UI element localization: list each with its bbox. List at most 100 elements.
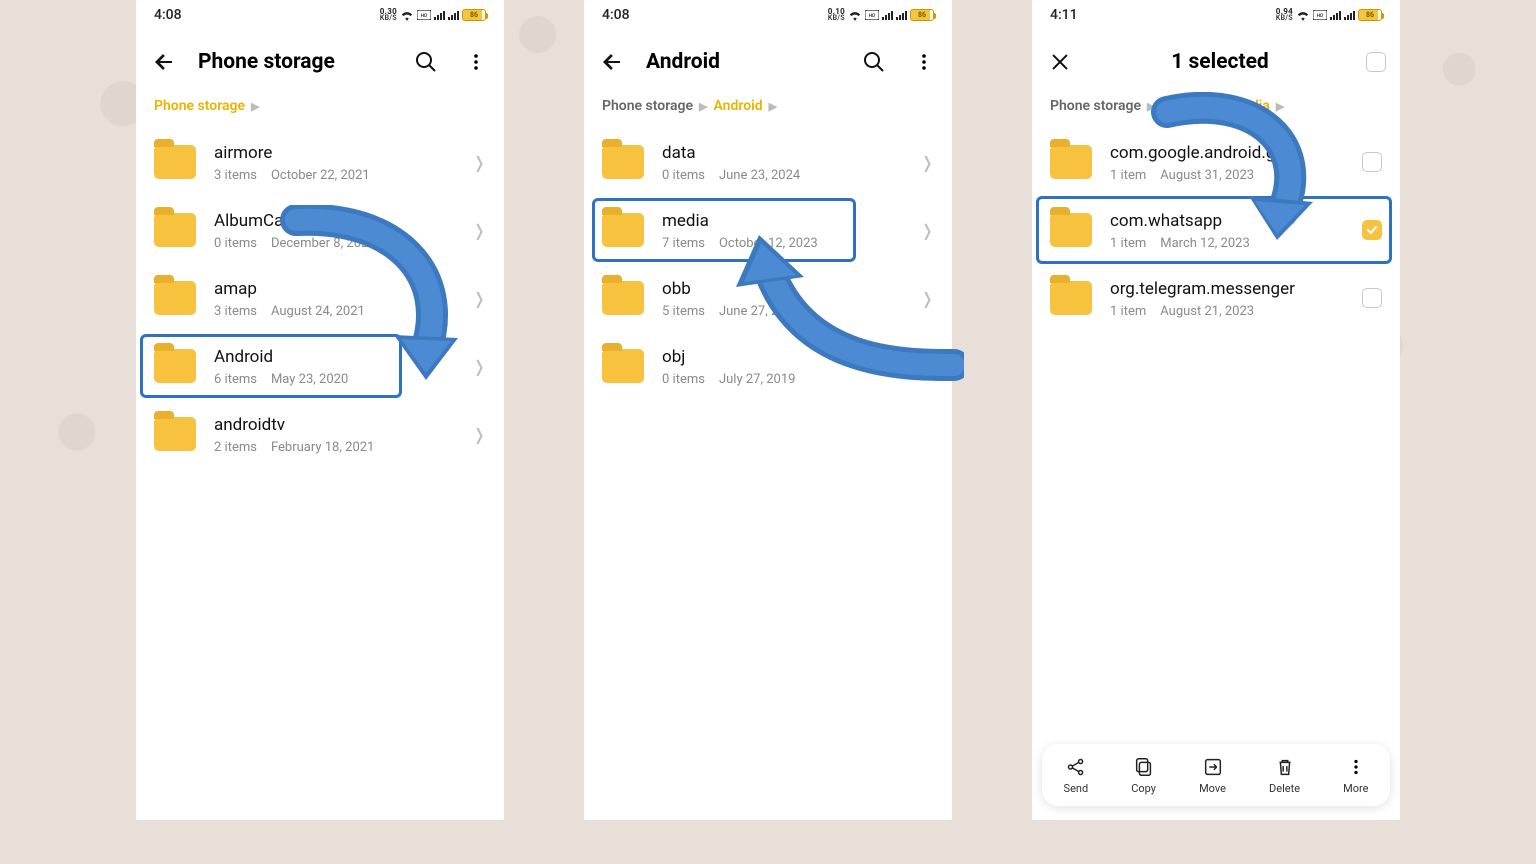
row-checkbox[interactable] [1362, 220, 1382, 240]
folder-name: media [662, 210, 903, 232]
close-icon[interactable] [1046, 48, 1074, 76]
folder-icon [602, 145, 644, 179]
folder-icon [154, 349, 196, 383]
status-time: 4:08 [602, 7, 630, 23]
wifi-icon [848, 9, 862, 21]
folder-row-highlighted[interactable]: media 7 itemsOctober 12, 2023 ❭ [584, 196, 952, 264]
signal-bars-icon [896, 10, 907, 20]
chevron-right-icon: ▶ [1217, 100, 1225, 113]
folder-row[interactable]: com.google.android.gm 1 itemAugust 31, 2… [1032, 128, 1400, 196]
selection-title: 1 selected [1094, 50, 1346, 74]
network-speed: 0.94KB/S [1276, 8, 1293, 22]
chevron-right-icon: ▶ [1276, 100, 1284, 113]
more-vertical-icon[interactable] [462, 48, 490, 76]
folder-item-count: 3 items [214, 168, 257, 183]
folder-date: July 27, 2019 [719, 372, 796, 387]
folder-name: androidtv [214, 414, 455, 436]
app-topbar: Android [584, 30, 952, 94]
folder-row[interactable]: obb 5 itemsJune 27, 2023 ❭ [584, 264, 952, 332]
folder-date: October 12, 2023 [719, 236, 818, 251]
chevron-right-icon: ❭ [473, 153, 486, 172]
svg-text:HD: HD [869, 13, 876, 19]
search-icon[interactable] [860, 48, 888, 76]
signal-bars-icon [1330, 10, 1341, 20]
folder-list: data 0 itemsJune 23, 2024 ❭ media 7 item… [584, 128, 952, 400]
folder-item-count: 0 items [662, 372, 705, 387]
volte-icon: HD [865, 10, 879, 20]
network-speed: 0.10KB/S [828, 8, 845, 22]
row-checkbox[interactable] [1362, 288, 1382, 308]
folder-icon [602, 281, 644, 315]
chevron-right-icon: ❭ [473, 221, 486, 240]
more-vertical-icon[interactable] [910, 48, 938, 76]
folder-row-highlighted[interactable]: com.whatsapp 1 itemMarch 12, 2023 [1032, 196, 1400, 264]
svg-text:HD: HD [421, 13, 428, 19]
wifi-icon [1296, 9, 1310, 21]
breadcrumb-item[interactable]: Android [714, 98, 763, 114]
action-move[interactable]: Move [1199, 756, 1226, 795]
breadcrumb-item[interactable]: Android [1162, 98, 1211, 114]
folder-name: amap [214, 278, 455, 300]
folder-icon [1050, 281, 1092, 315]
status-bar: 4:08 0.30KB/S HD 86 [136, 0, 504, 30]
folder-row[interactable]: data 0 itemsJune 23, 2024 ❭ [584, 128, 952, 196]
action-send[interactable]: Send [1064, 756, 1089, 795]
breadcrumb[interactable]: Phone storage ▶ [136, 94, 504, 128]
folder-row[interactable]: androidtv 2 itemsFebruary 18, 2021 ❭ [136, 400, 504, 468]
folder-item-count: 5 items [662, 304, 705, 319]
folder-row[interactable]: org.telegram.messenger 1 itemAugust 21, … [1032, 264, 1400, 332]
select-all-checkbox[interactable] [1366, 52, 1386, 72]
folder-item-count: 1 item [1110, 304, 1146, 319]
back-arrow-icon[interactable] [150, 48, 178, 76]
breadcrumb[interactable]: Phone storage ▶ Android ▶ [584, 94, 952, 128]
folder-date: December 8, 2020 [271, 236, 376, 251]
app-topbar: Phone storage [136, 30, 504, 94]
folder-list: com.google.android.gm 1 itemAugust 31, 2… [1032, 128, 1400, 332]
action-copy[interactable]: Copy [1131, 756, 1156, 795]
phone-screen-2: 4:08 0.10KB/S HD 86 Android [584, 0, 952, 820]
breadcrumb-item[interactable]: Phone storage [602, 98, 693, 114]
back-arrow-icon[interactable] [598, 48, 626, 76]
chevron-right-icon: ▶ [769, 100, 777, 113]
folder-icon [602, 213, 644, 247]
folder-date: May 23, 2020 [271, 372, 348, 387]
row-checkbox[interactable] [1362, 152, 1382, 172]
signal-bars-icon [882, 10, 893, 20]
folder-row[interactable]: obj 0 itemsJuly 27, 2019 ❭ [584, 332, 952, 400]
folder-row[interactable]: amap 3 itemsAugust 24, 2021 ❭ [136, 264, 504, 332]
chevron-right-icon: ▶ [1147, 100, 1155, 113]
breadcrumb-item[interactable]: media [1231, 98, 1270, 114]
action-label: Delete [1269, 782, 1300, 795]
action-label: Move [1199, 782, 1226, 795]
action-more[interactable]: More [1343, 756, 1368, 795]
folder-icon [154, 213, 196, 247]
folder-name: AlbumCache [214, 210, 455, 232]
breadcrumb-item[interactable]: Phone storage [1050, 98, 1141, 114]
app-topbar: 1 selected [1032, 30, 1400, 94]
status-time: 4:08 [154, 7, 182, 23]
action-delete[interactable]: Delete [1269, 756, 1300, 795]
folder-row[interactable]: AlbumCache 0 itemsDecember 8, 2020 ❭ [136, 196, 504, 264]
folder-date: June 27, 2023 [719, 304, 800, 319]
folder-list: airmore 3 itemsOctober 22, 2021 ❭ AlbumC… [136, 128, 504, 468]
folder-icon [602, 349, 644, 383]
folder-icon [154, 281, 196, 315]
folder-date: August 21, 2023 [1160, 304, 1254, 319]
battery-icon: 86 [910, 9, 934, 21]
folder-name: airmore [214, 142, 455, 164]
folder-name: Android [214, 346, 455, 368]
page-title: Phone storage [198, 50, 392, 74]
breadcrumb[interactable]: Phone storage ▶ Android ▶ media ▶ [1032, 94, 1400, 128]
folder-item-count: 6 items [214, 372, 257, 387]
breadcrumb-item[interactable]: Phone storage [154, 98, 245, 114]
folder-item-count: 2 items [214, 440, 257, 455]
screenshot-stage: 4:08 0.30KB/S HD 86 Phone storage [0, 0, 1536, 864]
signal-bars-icon [1344, 10, 1355, 20]
folder-row-highlighted[interactable]: Android 6 itemsMay 23, 2020 ❭ [136, 332, 504, 400]
search-icon[interactable] [412, 48, 440, 76]
folder-icon [154, 417, 196, 451]
chevron-right-icon: ❭ [921, 221, 934, 240]
bottom-action-bar: Send Copy Move Delete More [1042, 744, 1390, 806]
action-label: More [1343, 782, 1368, 795]
folder-row[interactable]: airmore 3 itemsOctober 22, 2021 ❭ [136, 128, 504, 196]
